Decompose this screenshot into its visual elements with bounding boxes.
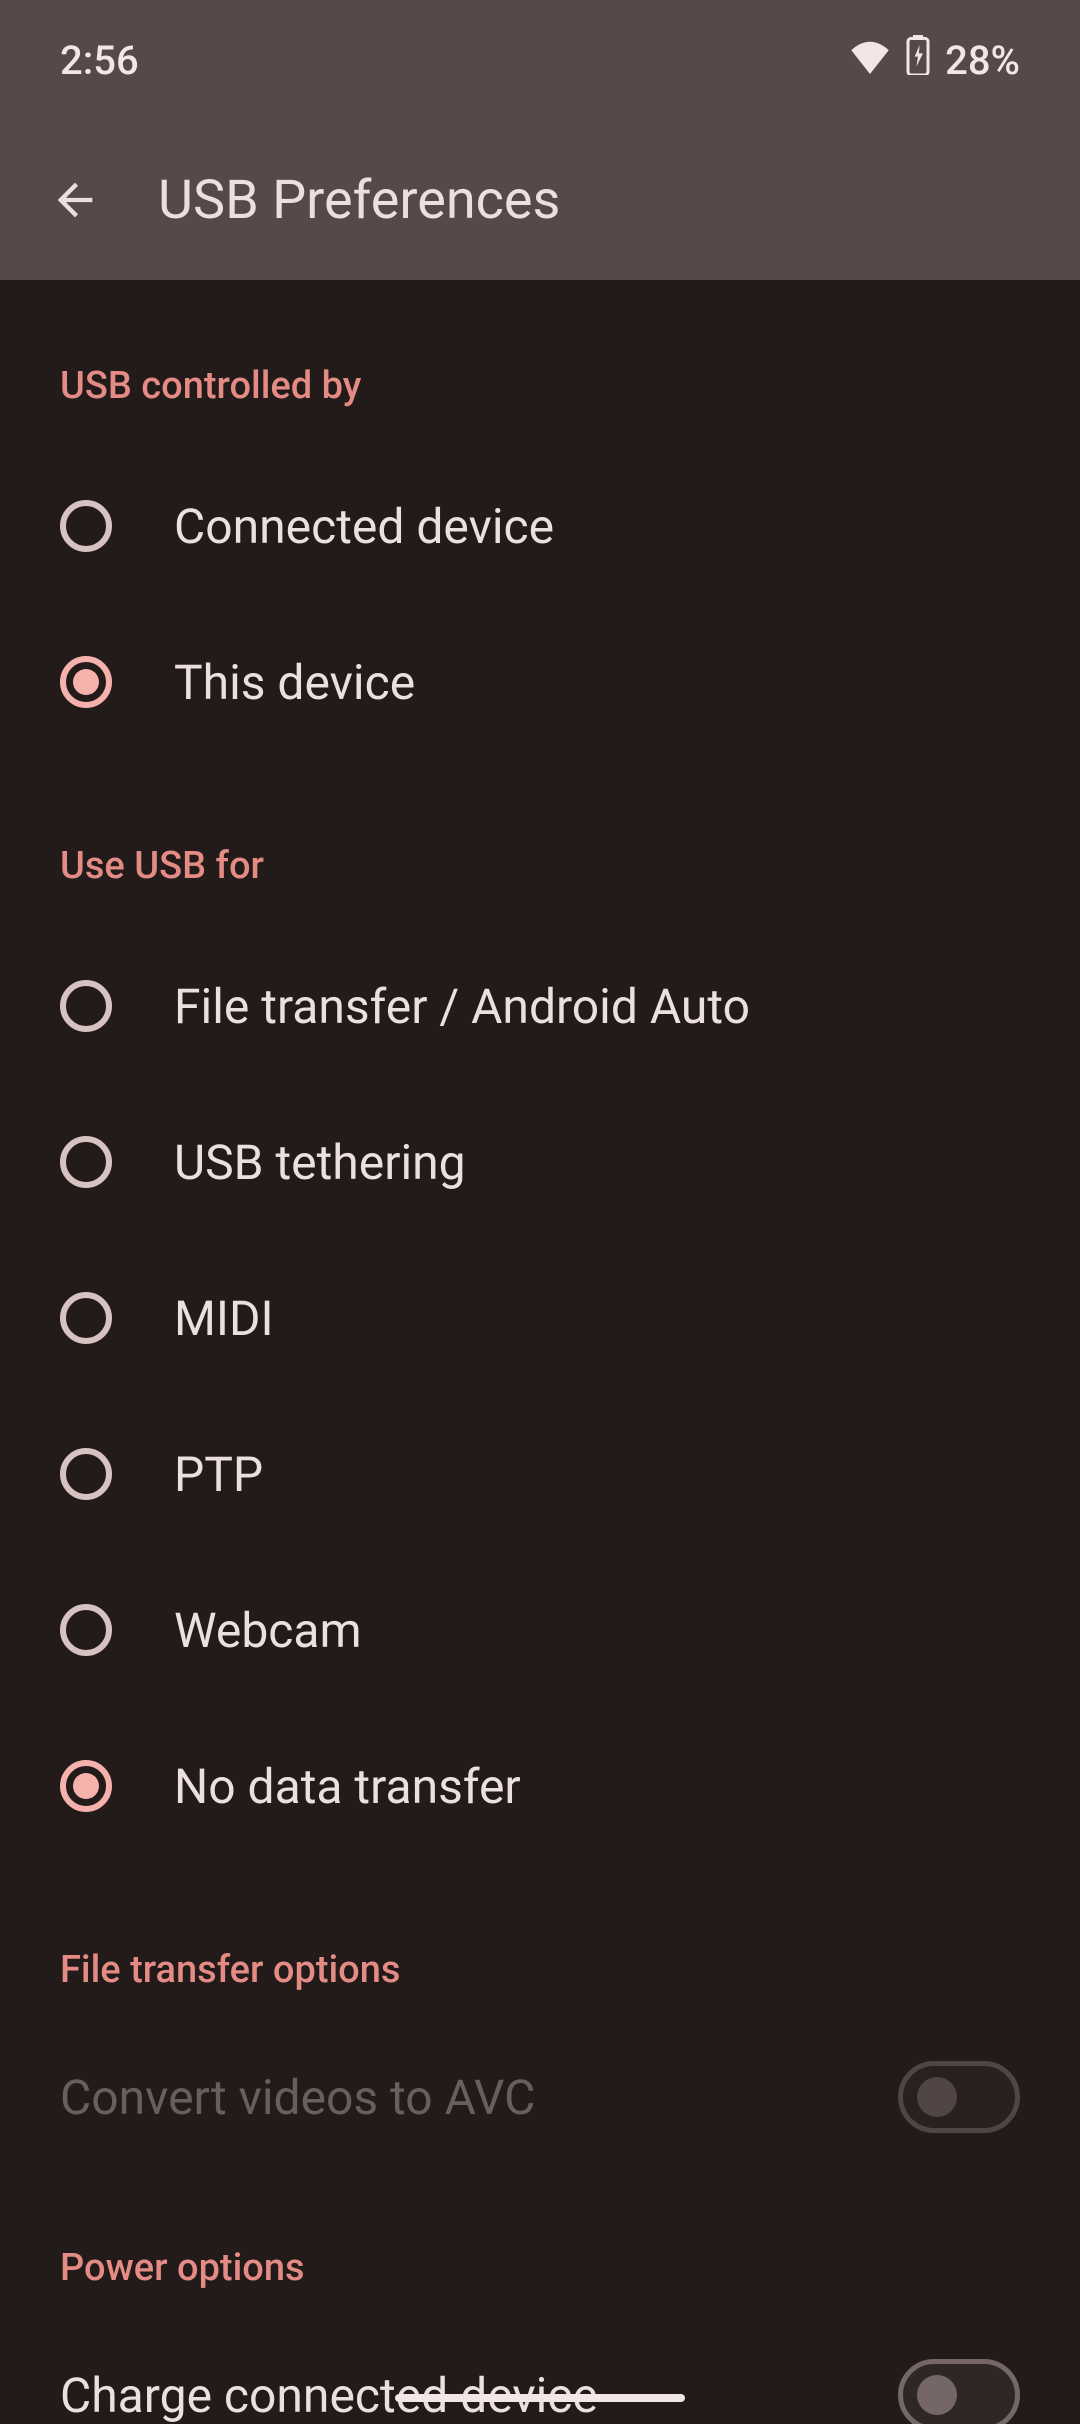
radio-label: Webcam [174,1602,362,1659]
radio-connected-device[interactable]: Connected device [60,448,1020,604]
toggle-label: Convert videos to AVC [60,2069,535,2126]
radio-label: File transfer / Android Auto [174,978,750,1035]
wifi-icon [849,37,891,84]
content: USB controlled by Connected device This … [0,280,1080,2424]
radio-icon [60,500,112,552]
radio-ptp[interactable]: PTP [60,1396,1020,1552]
battery-percent: 28% [945,37,1020,84]
toggle-convert-avc [898,2061,1020,2133]
toggle-charge-device[interactable] [898,2359,1020,2424]
radio-icon [60,1760,112,1812]
radio-file-transfer[interactable]: File transfer / Android Auto [60,928,1020,1084]
radio-label: MIDI [174,1290,274,1347]
status-right: 28% [849,35,1020,85]
radio-icon [60,1136,112,1188]
radio-icon [60,980,112,1032]
radio-webcam[interactable]: Webcam [60,1552,1020,1708]
radio-label: Connected device [174,498,554,555]
radio-icon [60,1448,112,1500]
nav-indicator [395,2394,685,2402]
radio-usb-tethering[interactable]: USB tethering [60,1084,1020,1240]
section-header-file-transfer-options: File transfer options [60,1864,1020,2032]
radio-label: PTP [174,1446,263,1503]
battery-icon [905,35,931,85]
arrow-back-icon [49,174,101,226]
radio-no-data-transfer[interactable]: No data transfer [60,1708,1020,1864]
radio-icon [60,656,112,708]
section-header-use-for: Use USB for [60,760,1020,928]
toggle-row-charge-device[interactable]: Charge connected device [60,2330,1020,2424]
app-header: USB Preferences [0,120,1080,280]
status-time: 2:56 [60,37,139,84]
radio-icon [60,1604,112,1656]
radio-midi[interactable]: MIDI [60,1240,1020,1396]
radio-icon [60,1292,112,1344]
page-title: USB Preferences [158,169,560,232]
radio-label: No data transfer [174,1758,521,1815]
back-button[interactable] [40,165,110,235]
section-header-controlled-by: USB controlled by [60,280,1020,448]
radio-label: This device [174,654,415,711]
section-header-power-options: Power options [60,2162,1020,2330]
radio-this-device[interactable]: This device [60,604,1020,760]
toggle-thumb [917,2375,957,2415]
toggle-thumb [917,2077,957,2117]
radio-label: USB tethering [174,1134,466,1191]
status-bar: 2:56 28% [0,0,1080,120]
toggle-row-convert-avc: Convert videos to AVC [60,2032,1020,2162]
